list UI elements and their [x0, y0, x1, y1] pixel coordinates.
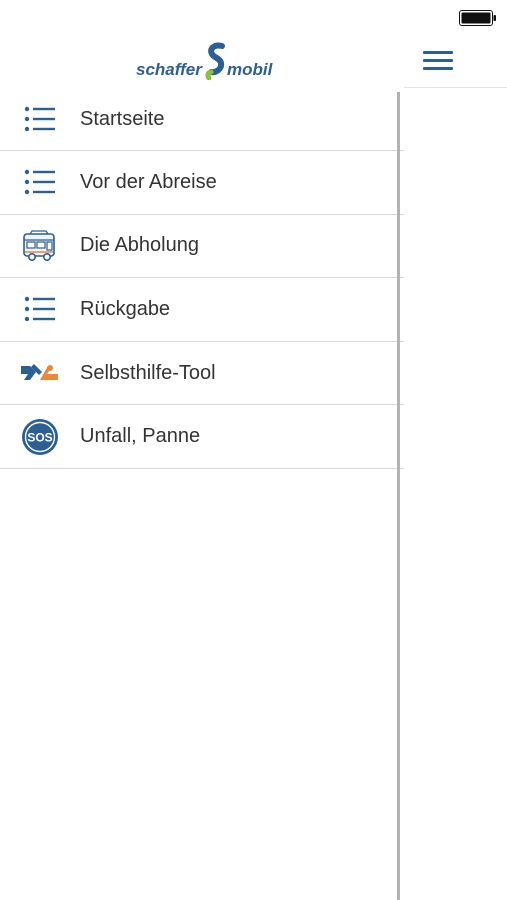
menu-item-rueckgabe[interactable]: Rückgabe: [0, 278, 404, 342]
logo-mark-icon: [205, 42, 225, 80]
menu-item-startseite[interactable]: Startseite: [0, 88, 404, 151]
menu-item-label: Rückgabe: [80, 297, 171, 320]
tools-icon: [20, 355, 60, 391]
brand-logo: schaffer mobil: [136, 40, 276, 82]
menu-item-label: Selbsthilfe-Tool: [80, 361, 216, 384]
battery-icon: [459, 10, 497, 30]
list-icon: [20, 101, 60, 137]
status-bar-right: [459, 10, 497, 31]
logo-text-right: mobil: [227, 60, 273, 79]
menu-item-die-abholung[interactable]: Die Abholung: [0, 215, 404, 279]
menu-item-selbsthilfe-tool[interactable]: Selbsthilfe-Tool: [0, 342, 404, 406]
main-header: [404, 36, 507, 88]
camper-van-icon: [20, 228, 60, 264]
menu-item-unfall-panne[interactable]: SOS Unfall, Panne: [0, 405, 404, 469]
list-icon: [20, 291, 60, 327]
menu-item-label: Die Abholung: [80, 234, 199, 257]
drawer-menu: Startseite Vor der Abreise Die Abholung …: [0, 88, 404, 469]
logo-text-left: schaffer: [136, 60, 202, 79]
navigation-drawer: schaffer mobil Startseite Vor der Abreis…: [0, 0, 404, 900]
menu-item-vor-der-abreise[interactable]: Vor der Abreise: [0, 151, 404, 215]
svg-text:SOS: SOS: [27, 430, 52, 444]
menu-item-label: Startseite: [80, 107, 165, 130]
drawer-scrollbar[interactable]: [397, 92, 400, 900]
menu-item-label: Vor der Abreise: [80, 170, 217, 193]
menu-item-label: Unfall, Panne: [80, 425, 201, 448]
sos-icon: SOS: [20, 418, 60, 455]
list-icon: [20, 164, 60, 200]
hamburger-menu-icon[interactable]: [423, 51, 453, 71]
